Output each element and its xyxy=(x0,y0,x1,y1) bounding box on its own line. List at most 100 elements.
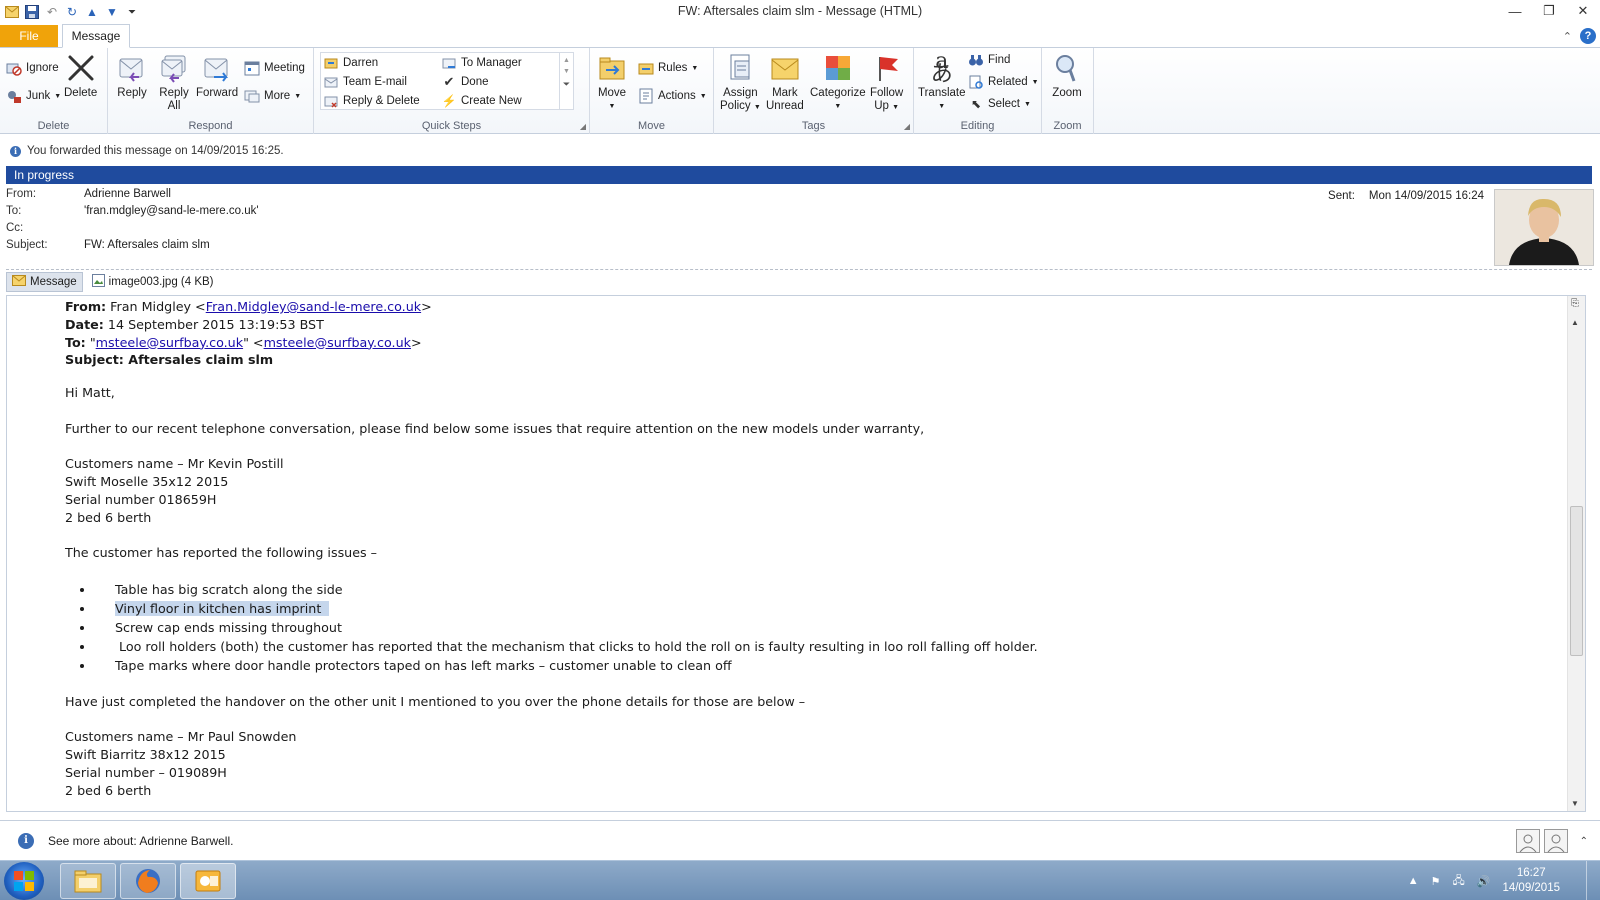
folder-move-icon xyxy=(323,55,339,71)
mark-unread-button[interactable]: Mark Unread xyxy=(766,52,804,113)
follow-up-button[interactable]: Follow Up ▼ xyxy=(870,52,903,114)
page-icon[interactable]: ⎘ xyxy=(1571,298,1579,309)
sender-name[interactable]: Adrienne Barwell xyxy=(84,188,171,200)
save-icon[interactable] xyxy=(24,4,40,20)
customize-icon[interactable]: ⏷ xyxy=(124,4,140,20)
window-controls: — ❐ ✕ xyxy=(1498,0,1600,22)
message-body[interactable]: From: Fran Midgley <Fran.Midgley@sand-le… xyxy=(6,295,1586,812)
subject-value: FW: Aftersales claim slm xyxy=(84,239,210,251)
quick-step-team-email[interactable]: Team E-mail xyxy=(323,74,407,90)
move-button[interactable]: Move ▼ xyxy=(596,52,628,113)
scroll-down-icon[interactable]: ▼ xyxy=(560,68,573,75)
scroll-up-icon[interactable]: ▲ xyxy=(1571,318,1579,327)
file-explorer-icon[interactable] xyxy=(60,863,116,899)
rules-button[interactable]: Rules ▼ xyxy=(638,60,698,76)
envelope-icon xyxy=(12,275,26,289)
attachment-file[interactable]: image003.jpg (4 KB) xyxy=(87,272,219,292)
start-button[interactable] xyxy=(4,862,44,900)
find-button[interactable]: Find xyxy=(968,52,1010,68)
assign-policy-button[interactable]: Assign Policy ▼ xyxy=(720,52,761,114)
message-tab[interactable]: Message xyxy=(6,272,83,292)
firefox-icon[interactable] xyxy=(120,863,176,899)
outlook-message-icon[interactable] xyxy=(4,4,20,20)
minimize-ribbon-icon[interactable]: ⌃ xyxy=(1563,30,1572,43)
categorize-button[interactable]: Categorize ▼ xyxy=(810,52,866,113)
customer1-block: Customers name – Mr Kevin Postill Swift … xyxy=(65,456,284,525)
show-hidden-icons[interactable]: ▲ xyxy=(1408,875,1419,887)
more-button[interactable]: More ▼ xyxy=(244,88,301,104)
chevron-down-icon: ▼ xyxy=(54,92,62,100)
team-email-icon xyxy=(323,74,339,90)
ignore-button[interactable]: Ignore xyxy=(6,60,59,76)
restore-icon[interactable]: ❐ xyxy=(1532,0,1566,22)
vertical-scrollbar[interactable]: ⎘ ▲ ▼ xyxy=(1567,296,1585,811)
contact-photo[interactable] xyxy=(1494,189,1594,266)
window-title: FW: Aftersales claim slm - Message (HTML… xyxy=(677,4,923,18)
reply-button[interactable]: Reply xyxy=(116,52,148,100)
from-row: From: Adrienne Barwell xyxy=(6,188,171,200)
scroll-thumb[interactable] xyxy=(1570,506,1583,656)
delete-button[interactable]: Delete xyxy=(64,52,97,100)
info-icon: i xyxy=(10,145,21,157)
clock[interactable]: 16:27 14/09/2015 xyxy=(1502,866,1560,896)
translate-button[interactable]: aあ Translate ▼ xyxy=(918,49,966,113)
show-desktop-button[interactable] xyxy=(1586,861,1600,900)
email-link[interactable]: msteele@surfbay.co.uk xyxy=(264,335,411,350)
recipient[interactable]: 'fran.mdgley@sand-le-mere.co.uk' xyxy=(84,205,259,217)
email-link[interactable]: msteele@surfbay.co.uk xyxy=(96,335,243,350)
forwarded-notice: i You forwarded this message on 14/09/20… xyxy=(0,140,1600,162)
person-avatar-icon[interactable] xyxy=(1515,829,1540,853)
select-button[interactable]: ⬉ Select ▼ xyxy=(968,96,1031,112)
editing-group: aあ Translate ▼ Find Related ▼ ⬉ Select ▼… xyxy=(914,48,1042,134)
delete-group: Ignore Junk ▼ Delete Delete xyxy=(0,48,108,134)
meeting-button[interactable]: Meeting xyxy=(244,60,305,76)
quick-step-darren[interactable]: Darren xyxy=(323,55,378,71)
dialog-launcher-icon[interactable]: ◢ xyxy=(580,122,586,131)
scroll-down-icon[interactable]: ▼ xyxy=(1571,799,1579,808)
related-button[interactable]: Related ▼ xyxy=(968,74,1039,90)
quick-steps-group: Darren To Manager Team E-mail ✔ Done Rep… xyxy=(314,48,590,134)
outlook-icon[interactable] xyxy=(180,863,236,899)
tab-message[interactable]: Message xyxy=(62,24,130,48)
redo-icon[interactable]: ↻ xyxy=(64,4,80,20)
minimize-icon[interactable]: — xyxy=(1498,0,1532,22)
email-link[interactable]: Fran.Midgley@sand-le-mere.co.uk xyxy=(206,299,421,314)
dialog-launcher-icon[interactable]: ◢ xyxy=(904,122,910,131)
assign-policy-icon xyxy=(724,52,756,84)
undo-icon[interactable]: ↶ xyxy=(44,4,60,20)
up-arrow-icon[interactable]: ▲ xyxy=(84,4,100,20)
junk-button[interactable]: Junk ▼ xyxy=(6,88,61,104)
volume-icon[interactable]: 🔊 xyxy=(1477,875,1491,888)
people-pane-text[interactable]: See more about: Adrienne Barwell. xyxy=(48,834,233,848)
quick-step-reply-delete[interactable]: Reply & Delete xyxy=(323,93,420,109)
person-avatar-icon[interactable] xyxy=(1543,829,1568,853)
zoom-button[interactable]: Zoom xyxy=(1051,52,1083,100)
chevron-down-icon: ▼ xyxy=(938,103,946,110)
list-item: Table has big scratch along the side xyxy=(95,580,1515,599)
help-icon[interactable]: ? xyxy=(1580,28,1596,44)
system-tray: ▲ ⚑ 🖧 🔊 16:27 14/09/2015 xyxy=(1408,861,1560,900)
translate-icon: aあ xyxy=(930,49,953,87)
tab-file[interactable]: File xyxy=(0,25,58,47)
list-item: Screw cap ends missing throughout xyxy=(95,618,1515,637)
list-item: Vinyl floor in kitchen has imprint xyxy=(95,599,1515,618)
intro-paragraph: Further to our recent telephone conversa… xyxy=(65,420,925,436)
forward-button[interactable]: Forward xyxy=(196,52,238,100)
quick-step-create-new[interactable]: ⚡ Create New xyxy=(441,93,522,109)
quick-step-done[interactable]: ✔ Done xyxy=(441,74,489,90)
reply-all-button[interactable]: Reply All xyxy=(158,52,190,113)
network-icon[interactable]: 🖧 xyxy=(1452,872,1464,891)
gallery-scroll[interactable]: ▲ ▼ ⏷ xyxy=(559,53,573,109)
close-icon[interactable]: ✕ xyxy=(1566,0,1600,22)
scroll-up-icon[interactable]: ▲ xyxy=(560,57,573,64)
quick-step-to-manager[interactable]: To Manager xyxy=(441,55,522,71)
ribbon-tabs: File Message ⌃ ? xyxy=(0,24,1600,48)
action-center-flag-icon[interactable]: ⚑ xyxy=(1431,875,1441,888)
down-arrow-icon[interactable]: ▼ xyxy=(104,4,120,20)
ignore-icon xyxy=(6,60,22,76)
people-pane-controls: ⌃ xyxy=(1515,829,1588,853)
actions-button[interactable]: Actions ▼ xyxy=(638,88,707,104)
expand-pane-icon[interactable]: ⌃ xyxy=(1580,836,1588,847)
gallery-expand-icon[interactable]: ⏷ xyxy=(560,79,573,90)
lightning-icon: ⚡ xyxy=(441,94,457,108)
